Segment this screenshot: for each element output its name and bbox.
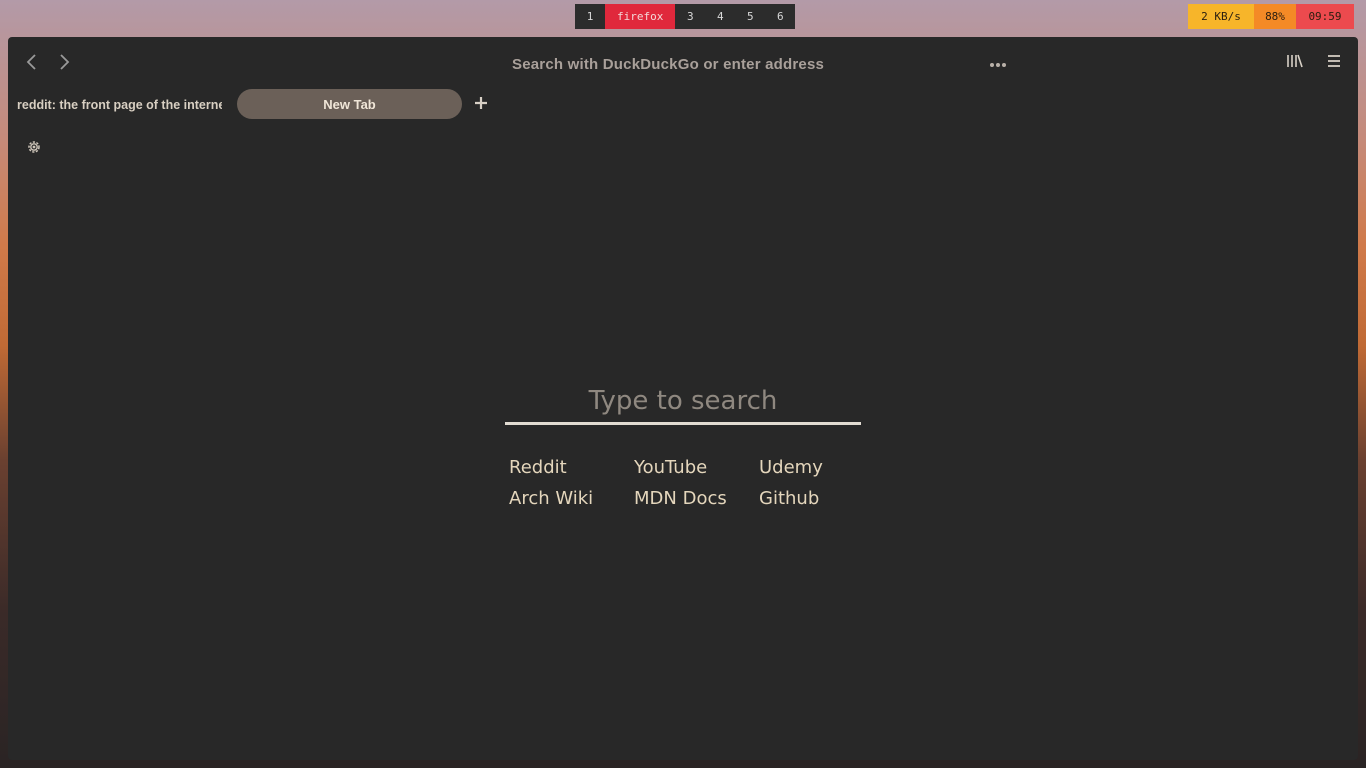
status-bar: 2 KB/s 88% 09:59 — [1188, 4, 1354, 29]
workspace-3[interactable]: 3 — [675, 4, 706, 29]
browser-window: Search with DuckDuckGo or enter address … — [8, 37, 1358, 760]
plus-icon — [475, 97, 487, 109]
workspace-bar: 1 firefox 3 4 5 6 — [575, 4, 796, 29]
workspace-1[interactable]: 1 — [575, 4, 605, 29]
link-github[interactable]: Github — [759, 487, 869, 510]
back-button[interactable] — [21, 51, 43, 73]
new-tab-button[interactable] — [474, 94, 488, 115]
network-speed: 2 KB/s — [1188, 4, 1254, 29]
library-button[interactable] — [1286, 51, 1304, 75]
tab-new-tab[interactable]: New Tab — [237, 89, 462, 119]
gear-icon — [28, 141, 40, 153]
forward-button[interactable] — [53, 51, 75, 73]
page-actions-button[interactable] — [988, 50, 1008, 77]
link-reddit[interactable]: Reddit — [509, 456, 634, 479]
link-udemy[interactable]: Udemy — [759, 456, 869, 479]
forward-icon — [60, 54, 70, 70]
address-bar[interactable]: Search with DuckDuckGo or enter address — [512, 56, 824, 73]
workspace-4[interactable]: 4 — [705, 4, 736, 29]
workspace-firefox[interactable]: firefox — [605, 4, 676, 29]
more-icon — [990, 63, 1006, 67]
settings-button[interactable] — [25, 138, 43, 160]
link-arch-wiki[interactable]: Arch Wiki — [509, 487, 634, 510]
back-icon — [26, 54, 36, 70]
battery-level: 88% — [1254, 4, 1296, 29]
menu-button[interactable] — [1326, 51, 1342, 75]
quick-links: Reddit YouTube Udemy Arch Wiki MDN Docs … — [509, 456, 869, 510]
library-icon — [1287, 54, 1303, 68]
menu-icon — [1328, 55, 1340, 67]
link-mdn-docs[interactable]: MDN Docs — [634, 487, 759, 510]
newtab-search — [505, 382, 861, 425]
workspace-6[interactable]: 6 — [765, 4, 796, 29]
tab-reddit[interactable]: reddit: the front page of the internet — [17, 98, 222, 114]
link-youtube[interactable]: YouTube — [634, 456, 759, 479]
workspace-5[interactable]: 5 — [735, 4, 766, 29]
clock: 09:59 — [1296, 4, 1354, 29]
search-input[interactable] — [505, 382, 861, 420]
